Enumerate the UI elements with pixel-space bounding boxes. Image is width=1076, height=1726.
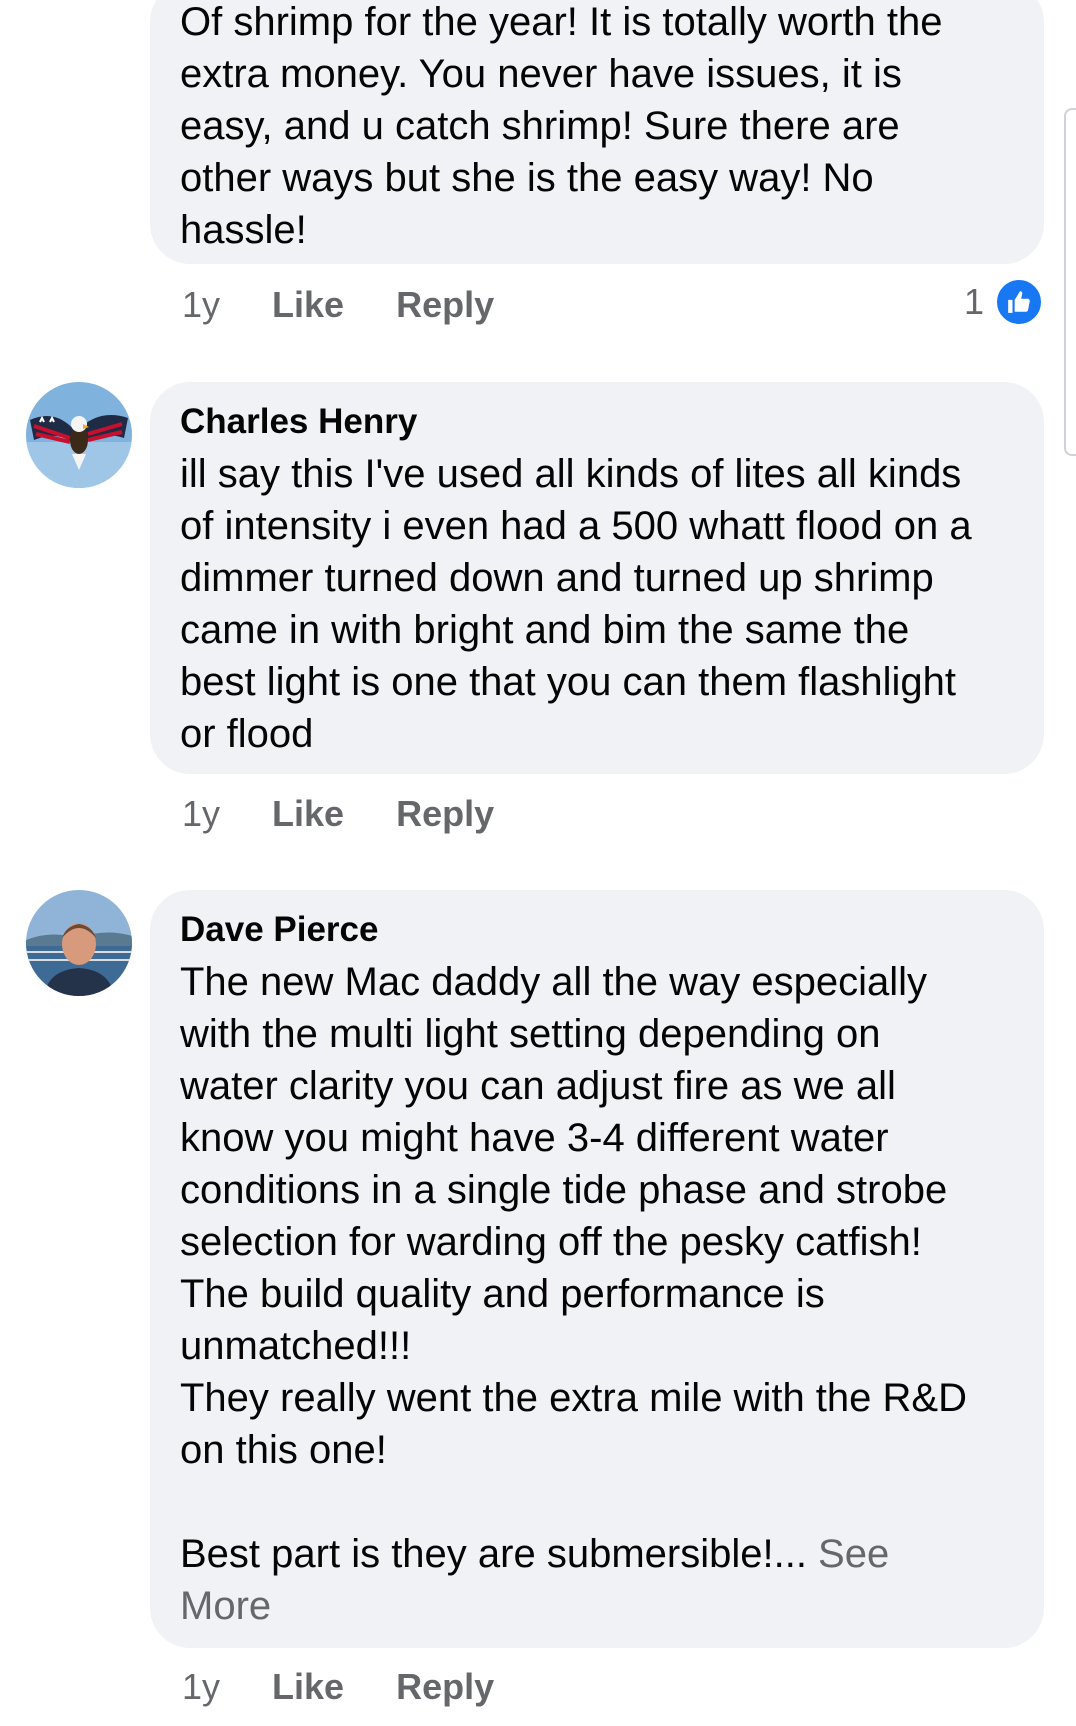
comment-time[interactable]: 1y: [182, 284, 220, 326]
comment-actions-1: 1y Like Reply: [182, 275, 494, 335]
comment-text: Of shrimp for the year! It is totally wo…: [180, 0, 943, 252]
comment-actions-2: 1y Like Reply: [182, 784, 494, 844]
comment-bubble-1: Of shrimp for the year! It is totally wo…: [150, 0, 1044, 264]
avatar[interactable]: [26, 890, 132, 996]
like-button[interactable]: Like: [272, 1666, 344, 1708]
comment-author[interactable]: Dave Pierce: [180, 904, 1014, 956]
man-on-boat-avatar: [26, 890, 132, 996]
like-thumbs-up-icon: [994, 277, 1044, 327]
avatar[interactable]: [26, 382, 132, 488]
eagle-flag-avatar: [26, 382, 132, 488]
comment-text: ill say this I've used all kinds of lite…: [180, 452, 972, 756]
reaction-summary[interactable]: 1: [964, 277, 1044, 327]
reply-button[interactable]: Reply: [396, 284, 494, 326]
scrollbar[interactable]: [1064, 108, 1076, 456]
like-button[interactable]: Like: [272, 284, 344, 326]
reply-button[interactable]: Reply: [396, 793, 494, 835]
comment-time[interactable]: 1y: [182, 1666, 220, 1708]
comment-actions-3: 1y Like Reply: [182, 1657, 494, 1717]
comment-time[interactable]: 1y: [182, 793, 220, 835]
comment-text-main: The new Mac daddy all the way especially…: [180, 960, 967, 1576]
like-button[interactable]: Like: [272, 793, 344, 835]
reaction-count: 1: [963, 281, 984, 322]
comment-author[interactable]: Charles Henry: [180, 396, 1014, 448]
comment-bubble-2: Charles Henry ill say this I've used all…: [150, 382, 1044, 774]
comment-text: The new Mac daddy all the way especially…: [180, 956, 1014, 1632]
comment-bubble-3: Dave Pierce The new Mac daddy all the wa…: [150, 890, 1044, 1648]
reply-button[interactable]: Reply: [396, 1666, 494, 1708]
